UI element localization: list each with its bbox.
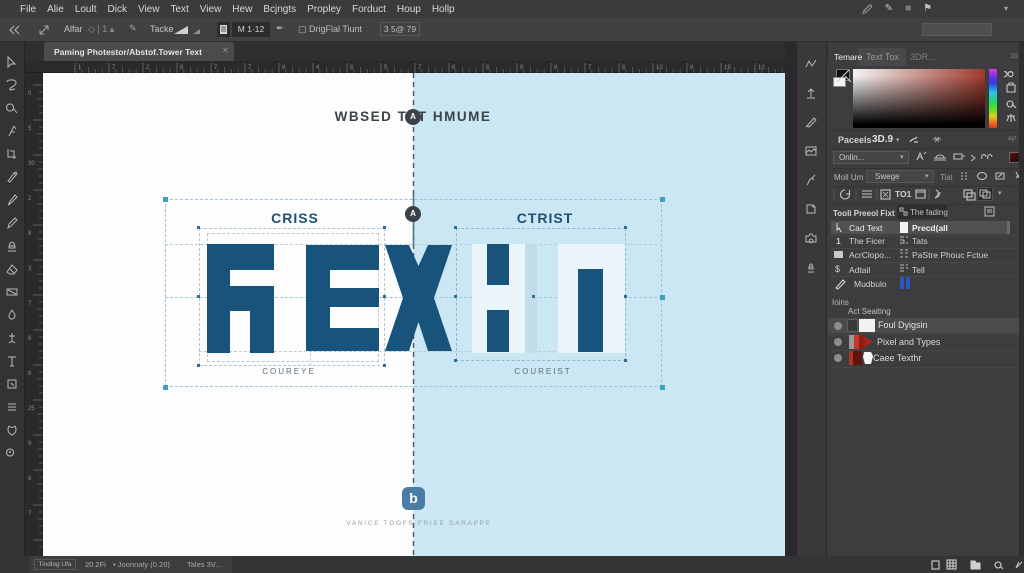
svg-text:30: 30 — [28, 161, 35, 167]
svg-text:5: 5 — [28, 126, 32, 132]
svg-text:7: 7 — [28, 511, 32, 517]
svg-text:7: 7 — [28, 301, 32, 307]
svg-text:25: 25 — [28, 406, 35, 412]
svg-text:8: 8 — [28, 371, 32, 377]
svg-text:9: 9 — [28, 441, 32, 447]
svg-text:6: 6 — [28, 336, 32, 342]
svg-text:3: 3 — [28, 266, 32, 272]
svg-text:0: 0 — [28, 91, 32, 97]
svg-text:8: 8 — [28, 231, 32, 237]
svg-text:8: 8 — [28, 476, 32, 482]
svg-text:2: 2 — [28, 196, 32, 202]
